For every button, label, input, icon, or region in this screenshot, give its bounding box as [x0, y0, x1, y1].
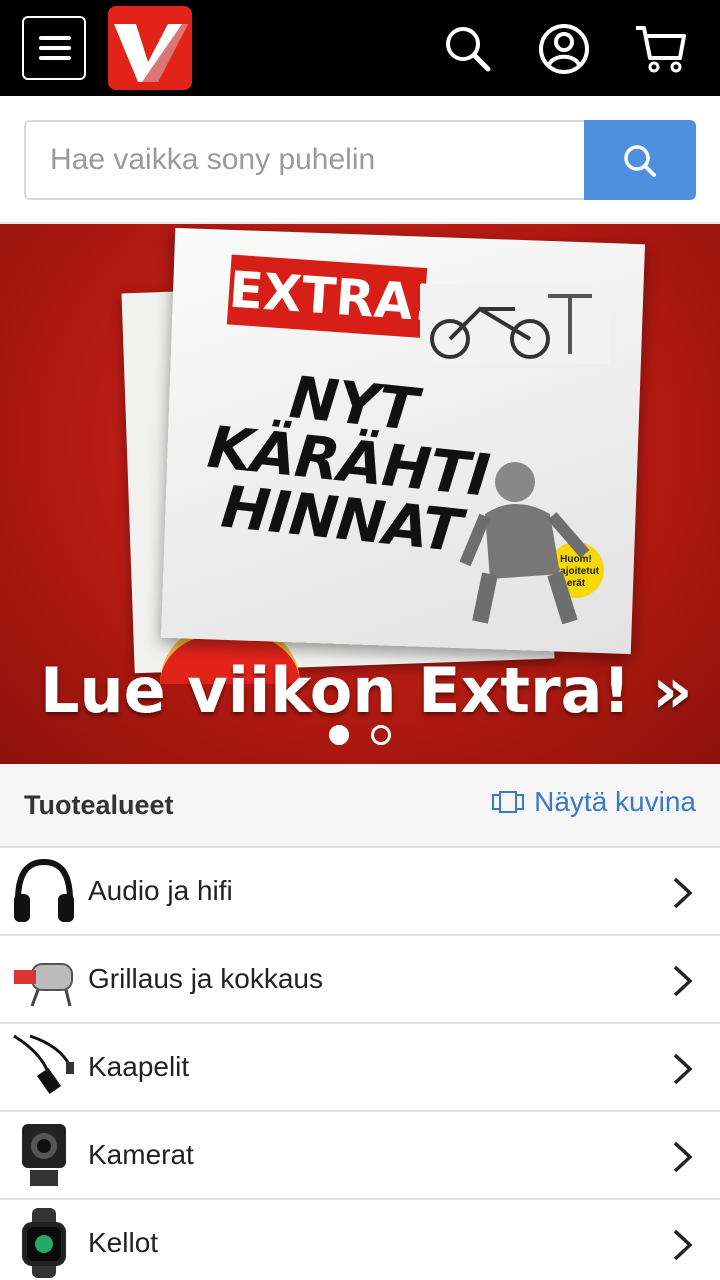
search-icon: [624, 145, 656, 177]
banner-cta[interactable]: Lue viikon Extra! »: [40, 654, 700, 727]
categories-title: Tuotealueet: [24, 790, 174, 820]
carousel-dot-1[interactable]: [329, 725, 349, 745]
top-bar: [0, 0, 720, 96]
action-camera-icon: [22, 1124, 66, 1186]
category-label: Kellot: [88, 1227, 159, 1258]
search-input[interactable]: [24, 120, 586, 200]
menu-icon-bar: [39, 46, 71, 50]
chevron-right-icon: [673, 877, 693, 909]
grid-view-icon: [492, 791, 525, 813]
category-list: Audio ja hifi Grillaus ja kokkaus Kaapel…: [0, 848, 720, 1280]
show-as-images-link[interactable]: Näytä kuvina: [492, 786, 696, 818]
user-icon[interactable]: [537, 22, 591, 76]
search-icon[interactable]: [440, 22, 494, 76]
chevron-right-icon: [673, 965, 693, 997]
category-item-cables[interactable]: Kaapelit: [0, 1024, 720, 1112]
bike-image: [420, 284, 610, 364]
newspaper-headline: NYT KÄRÄHTI HINNAT: [204, 362, 493, 566]
menu-button[interactable]: [22, 16, 86, 80]
menu-icon: [39, 36, 71, 40]
search-button[interactable]: [584, 120, 696, 200]
category-label: Kamerat: [88, 1139, 194, 1170]
logo-v-icon: [114, 24, 188, 82]
grill-icon: [14, 963, 73, 1007]
category-item-grilling[interactable]: Grillaus ja kokkaus: [0, 936, 720, 1024]
skier-image: [460, 462, 590, 624]
cart-icon[interactable]: [634, 22, 688, 76]
site-logo[interactable]: [108, 6, 192, 90]
headphones-icon: [14, 858, 74, 922]
carousel-dot-2[interactable]: [371, 725, 391, 745]
category-label: Audio ja hifi: [88, 875, 233, 906]
category-item-audio[interactable]: Audio ja hifi: [0, 848, 720, 936]
promo-banner[interactable]: EXTRA! NYT KÄRÄHTI HINNAT Huom! Rajoitet…: [0, 224, 720, 764]
menu-icon-bar: [39, 56, 71, 60]
chevron-right-icon: [673, 1053, 693, 1085]
category-item-watches[interactable]: Kellot: [0, 1200, 720, 1280]
extra-logo: EXTRA!: [226, 254, 438, 339]
category-item-cameras[interactable]: Kamerat: [0, 1112, 720, 1200]
smartwatch-icon: [22, 1208, 66, 1278]
search-bar: [0, 96, 720, 224]
categories-header: Tuotealueet Näytä kuvina: [0, 764, 720, 848]
cable-icon: [13, 1034, 74, 1095]
category-label: Grillaus ja kokkaus: [88, 963, 323, 994]
category-label: Kaapelit: [88, 1051, 190, 1082]
chevron-right-icon: [673, 1141, 693, 1173]
chevron-right-icon: [673, 1229, 693, 1261]
show-images-label: Näytä kuvina: [534, 786, 696, 817]
